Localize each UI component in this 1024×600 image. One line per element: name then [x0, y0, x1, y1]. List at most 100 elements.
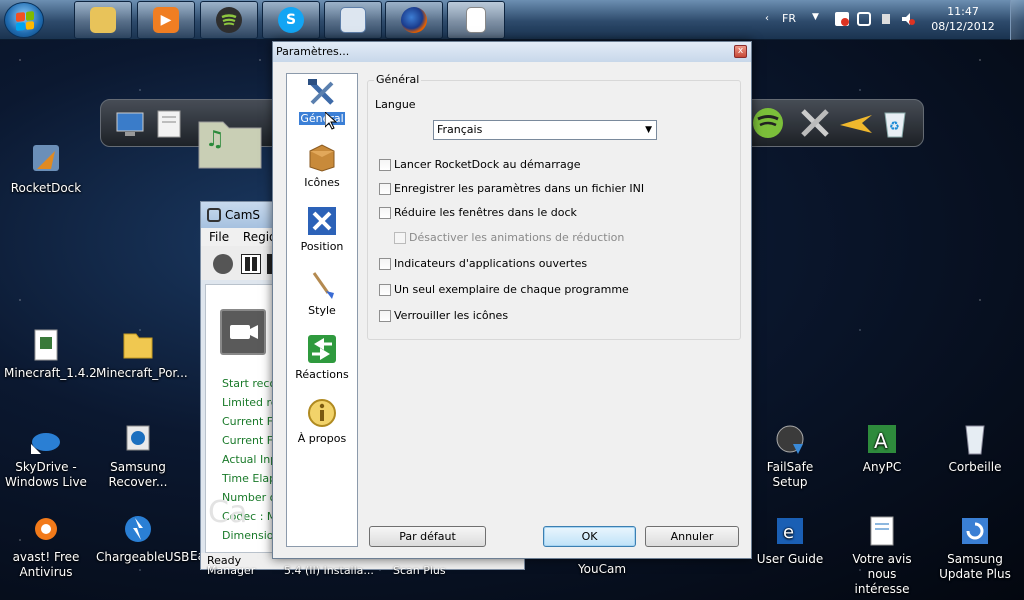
checkbox-single-instance[interactable]: Un seul exemplaire de chaque programme	[379, 283, 629, 296]
checkbox-box[interactable]	[379, 158, 391, 171]
desktop-icon-youcam[interactable]: YouCam	[560, 562, 644, 577]
clock[interactable]: 11:47 08/12/2012	[928, 4, 998, 34]
desktop-icon-avast[interactable]: avast! Free Antivirus	[4, 512, 88, 580]
info-icon	[306, 397, 338, 429]
volume-muted-icon[interactable]	[901, 12, 915, 26]
checkbox-launch-on-startup[interactable]: Lancer RocketDock au démarrage	[379, 158, 581, 171]
control-panel-icon	[340, 7, 366, 33]
samsung-update-icon	[958, 514, 992, 548]
language-dropdown-icon[interactable]: ▼	[812, 12, 819, 22]
windows-logo-icon	[16, 11, 34, 31]
skype-icon: S	[278, 7, 304, 33]
settings-dialog: Paramètres... x Général Icônes Position	[272, 41, 752, 559]
checkbox-lock-icons[interactable]: Verrouiller les icônes	[379, 309, 508, 322]
checkbox-box[interactable]	[379, 257, 391, 270]
svg-text:♻: ♻	[889, 119, 900, 133]
pause-icon[interactable]	[241, 254, 261, 274]
taskbar-document-button[interactable]	[447, 1, 505, 39]
desktop-icon-user-guide[interactable]: e User Guide	[748, 514, 832, 567]
close-button[interactable]: x	[734, 45, 747, 58]
checkbox-running-indicators[interactable]: Indicateurs d'applications ouvertes	[379, 257, 587, 270]
desktop-icon-votre-avis[interactable]: Votre avis nous intéresse	[840, 514, 924, 597]
desktop-icon-label: Corbeille	[948, 460, 1002, 474]
taskbar-control-panel-button[interactable]	[324, 1, 382, 39]
desktop-icon-anypc[interactable]: A AnyPC	[840, 422, 924, 475]
camstudio-watermark: Ca	[208, 495, 248, 530]
desktop-icon-skydrive[interactable]: SkyDrive - Windows Live	[4, 422, 88, 490]
dock-recycle-bin-icon[interactable]: ♻	[877, 105, 913, 141]
desktop-icon-chargeable-usb[interactable]: ChargeableUSB	[96, 512, 189, 565]
menu-file[interactable]: File	[209, 230, 229, 244]
desktop-icon-minecraft-portable[interactable]: Minecraft_Por...	[96, 328, 188, 381]
taskbar-spotify-button[interactable]	[200, 1, 258, 39]
dock-documents-icon[interactable]	[152, 105, 188, 141]
desktop-icon-rocketdock[interactable]: RocketDock	[4, 143, 88, 196]
checkbox-box[interactable]	[379, 283, 391, 296]
taskbar-media-button[interactable]: ▶	[137, 1, 195, 39]
chevron-down-icon: ▼	[645, 125, 652, 135]
camera-icon	[220, 309, 266, 355]
dock-tools-icon[interactable]	[797, 105, 833, 141]
sidebar-item-icones[interactable]: Icônes	[287, 141, 357, 189]
ok-button[interactable]: OK	[543, 526, 636, 547]
swap-arrows-icon	[306, 333, 338, 365]
desktop-icon-label: Votre avis nous intéresse	[852, 552, 912, 596]
dock-computer-icon[interactable]	[113, 105, 149, 141]
firefox-icon	[401, 7, 427, 33]
taskbar-explorer-button[interactable]	[74, 1, 132, 39]
explorer-icon	[90, 7, 116, 33]
sidebar-item-position[interactable]: Position	[287, 205, 357, 253]
dialog-titlebar[interactable]: Paramètres... x	[273, 42, 751, 62]
desktop-icon-minecraft[interactable]: Minecraft_1.4.2	[4, 328, 97, 381]
desktop-icon-failsafe[interactable]: FailSafe Setup	[748, 422, 832, 490]
desktop-icon-label: ChargeableUSB	[96, 550, 190, 564]
desktop-icon-samsung-recovery[interactable]: Samsung Recover...	[96, 422, 180, 490]
checkbox-label: Indicateurs d'applications ouvertes	[394, 257, 588, 270]
camstudio-title: CamS	[225, 208, 261, 222]
network-warning-icon[interactable]	[835, 12, 849, 26]
sidebar-item-reactions[interactable]: Réactions	[287, 333, 357, 381]
dock-plane-icon[interactable]	[838, 105, 874, 141]
device-icon[interactable]	[879, 12, 893, 26]
partial-desktop-label: Manager	[207, 564, 256, 577]
default-settings-button[interactable]: Par défaut	[369, 526, 486, 547]
arrows-icon	[306, 205, 338, 237]
checkbox-box[interactable]	[379, 182, 391, 195]
language-indicator[interactable]: FR	[782, 12, 796, 25]
start-button[interactable]	[4, 2, 44, 38]
sidebar-item-apropos[interactable]: À propos	[287, 397, 357, 445]
checkbox-label: Réduire les fenêtres dans le dock	[394, 206, 577, 219]
brush-icon	[306, 269, 338, 301]
feedback-icon	[865, 514, 899, 548]
checkbox-box[interactable]	[379, 206, 391, 219]
desktop-icon-samsung-update[interactable]: Samsung Update Plus	[933, 514, 1017, 582]
checkbox-save-ini[interactable]: Enregistrer les paramètres dans un fichi…	[379, 182, 644, 195]
dock-spotify-icon[interactable]	[750, 105, 786, 141]
cancel-button[interactable]: Annuler	[645, 526, 739, 547]
user-guide-icon: e	[773, 514, 807, 548]
checkbox-box[interactable]	[379, 309, 391, 322]
desktop-icon-label: YouCam	[577, 562, 627, 576]
language-label: Langue	[375, 98, 416, 111]
taskbar-firefox-button[interactable]	[385, 1, 443, 39]
checkbox-label: Lancer RocketDock au démarrage	[394, 158, 581, 171]
camstudio-app-icon	[207, 208, 221, 222]
desktop-icon-label: Minecraft_Por...	[96, 366, 188, 380]
checkbox-minimize-to-dock[interactable]: Réduire les fenêtres dans le dock	[379, 206, 577, 219]
desktop-icon-label: Minecraft_1.4.2	[4, 366, 97, 380]
sidebar-item-label: Réactions	[295, 368, 349, 381]
dock-music-folder-icon[interactable]: ♫	[195, 112, 265, 172]
action-center-icon[interactable]	[857, 12, 871, 26]
box-icon	[306, 141, 338, 173]
show-desktop-button[interactable]	[1010, 0, 1024, 40]
sidebar-item-style[interactable]: Style	[287, 269, 357, 317]
svg-text:A: A	[874, 429, 888, 453]
record-icon[interactable]	[213, 254, 233, 274]
tray-expand-icon[interactable]: ‹	[765, 13, 775, 25]
language-select[interactable]: Français ▼	[433, 120, 657, 140]
sidebar-item-label: À propos	[297, 432, 347, 445]
sidebar-item-general[interactable]: Général	[287, 77, 357, 125]
media-player-icon: ▶	[153, 7, 179, 33]
desktop-icon-recycle-bin[interactable]: Corbeille	[933, 422, 1017, 475]
taskbar-skype-button[interactable]: S	[262, 1, 320, 39]
